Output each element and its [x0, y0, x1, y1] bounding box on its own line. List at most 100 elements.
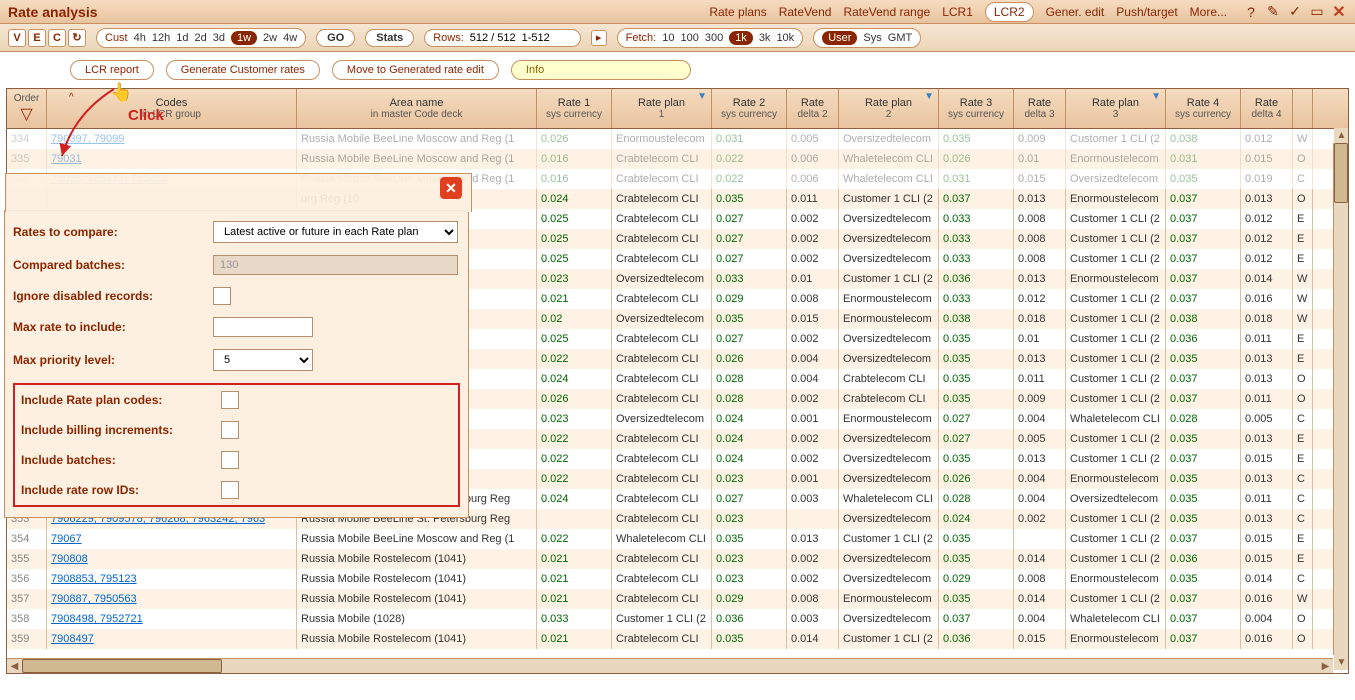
col-header[interactable]: Rate 3sys currency [939, 89, 1014, 128]
help-icon[interactable]: ? [1243, 4, 1259, 20]
col-header[interactable]: Ratedelta 4 [1241, 89, 1293, 128]
scroll-thumb[interactable] [1334, 143, 1348, 203]
table-row[interactable]: 355790808Russia Mobile Rostelecom (1041)… [7, 549, 1348, 569]
col-header[interactable]: Order▽ [7, 89, 47, 128]
cell: Crabtelecom CLI [612, 209, 712, 229]
fetch-group-opt-300[interactable]: 300 [705, 32, 723, 44]
cell[interactable]: 79031 [47, 149, 297, 169]
nav-link-gener-edit[interactable]: Gener. edit [1046, 5, 1105, 19]
col-header[interactable]: Rate plan3▼ [1066, 89, 1166, 128]
nav-link-lcr1[interactable]: LCR1 [942, 5, 973, 19]
vertical-scrollbar[interactable]: ▲ ▼ [1333, 143, 1348, 655]
cell[interactable]: 790887, 7950563 [47, 589, 297, 609]
info-pill[interactable]: Info [511, 60, 691, 80]
cell: 0.024 [537, 369, 612, 389]
col-header[interactable]: Ratedelta 3 [1014, 89, 1066, 128]
table-row[interactable]: 35479067Russia Mobile BeeLine Moscow and… [7, 529, 1348, 549]
cust-group-opt-1w[interactable]: 1w [231, 31, 257, 45]
edit-icon[interactable]: ✎ [1265, 4, 1281, 20]
col-header[interactable]: Rate plan1▼ [612, 89, 712, 128]
cust-group-opt-4w[interactable]: 4w [283, 32, 297, 44]
cust-group-opt-2w[interactable]: 2w [263, 32, 277, 44]
chevron-down-icon[interactable]: ▼ [1151, 91, 1161, 102]
fetch-group-opt-1k[interactable]: 1k [729, 31, 753, 45]
rows-range-input[interactable] [522, 32, 572, 44]
go-button[interactable]: GO [316, 29, 355, 47]
col-header[interactable]: Rate plan2▼ [839, 89, 939, 128]
move-generated-button[interactable]: Move to Generated rate edit [332, 60, 499, 80]
table-row[interactable]: 334790397, 79099Russia Mobile BeeLine Mo… [7, 129, 1348, 149]
play-icon[interactable]: ▸ [591, 30, 607, 46]
table-row[interactable]: 33579031Russia Mobile BeeLine Moscow and… [7, 149, 1348, 169]
chevron-down-icon[interactable]: ▼ [924, 91, 934, 102]
hscroll-thumb[interactable] [22, 659, 222, 673]
max-priority-select[interactable]: 5 [213, 349, 313, 371]
nav-link-lcr2[interactable]: LCR2 [985, 2, 1034, 22]
table-row[interactable]: 3597908497Russia Mobile Rostelecom (1041… [7, 629, 1348, 649]
col-header[interactable]: Rate 2sys currency [712, 89, 787, 128]
tz-group-opt-gmt[interactable]: GMT [888, 32, 912, 44]
cell: Oversizedtelecom [612, 309, 712, 329]
filter-btn-↻[interactable]: ↻ [68, 29, 86, 47]
cust-group-opt-3d[interactable]: 3d [213, 32, 225, 44]
include-batches-checkbox[interactable] [221, 451, 239, 469]
ignore-disabled-checkbox[interactable] [213, 287, 231, 305]
scroll-down-icon[interactable]: ▼ [1334, 655, 1349, 670]
generate-rates-button[interactable]: Generate Customer rates [166, 60, 320, 80]
nav-link-ratevend-range[interactable]: RateVend range [843, 5, 930, 19]
popup-close-icon[interactable]: ✕ [440, 177, 462, 199]
cust-group-opt-12h[interactable]: 12h [152, 32, 170, 44]
filter-btn-e[interactable]: E [28, 29, 46, 47]
nav-link-more-[interactable]: More... [1190, 5, 1227, 19]
col-header[interactable]: Rate 4sys currency [1166, 89, 1241, 128]
nav-link-rate-plans[interactable]: Rate plans [709, 5, 766, 19]
window-icon[interactable]: ▭ [1309, 4, 1325, 20]
include-billing-checkbox[interactable] [221, 421, 239, 439]
cell[interactable]: 7908498, 7952721 [47, 609, 297, 629]
cust-group-opt-2d[interactable]: 2d [194, 32, 206, 44]
cell[interactable]: 79067 [47, 529, 297, 549]
col-header[interactable]: Rate 1sys currency [537, 89, 612, 128]
accept-icon[interactable]: ✓ [1287, 4, 1303, 20]
scroll-left-icon[interactable]: ◀ [7, 659, 22, 674]
table-row[interactable]: 3567908853, 795123Russia Mobile Rostelec… [7, 569, 1348, 589]
fetch-group-opt-3k[interactable]: 3k [759, 32, 771, 44]
cell[interactable]: 790808 [47, 549, 297, 569]
table-row[interactable]: 357790887, 7950563Russia Mobile Rostelec… [7, 589, 1348, 609]
fetch-group-opt-100[interactable]: 100 [680, 32, 698, 44]
filter-btn-c[interactable]: C [48, 29, 66, 47]
stats-button[interactable]: Stats [365, 29, 414, 47]
scroll-up-icon[interactable]: ▲ [1334, 128, 1349, 143]
cell[interactable]: 7908497 [47, 629, 297, 649]
include-ids-checkbox[interactable] [221, 481, 239, 499]
fetch-group-opt-10k[interactable]: 10k [776, 32, 794, 44]
rates-compare-select[interactable]: Latest active or future in each Rate pla… [213, 221, 458, 243]
max-rate-input[interactable] [213, 317, 313, 337]
collapse-icon[interactable]: ^ [69, 92, 74, 103]
cell: 0.025 [537, 209, 612, 229]
cust-group-opt-1d[interactable]: 1d [176, 32, 188, 44]
cell: 0.033 [939, 289, 1014, 309]
col-header[interactable]: Codesin LCR group [47, 89, 297, 128]
horizontal-scrollbar[interactable]: ◀ ▶ [7, 658, 1333, 673]
tz-group-opt-sys[interactable]: Sys [863, 32, 881, 44]
cell: 0.037 [1166, 629, 1241, 649]
tz-group-opt-user[interactable]: User [822, 31, 857, 45]
cell: 0.005 [1014, 429, 1066, 449]
scroll-right-icon[interactable]: ▶ [1318, 659, 1333, 674]
filter-btn-v[interactable]: V [8, 29, 26, 47]
lcr-report-button[interactable]: LCR report [70, 60, 154, 80]
cell: Oversizedtelecom [839, 469, 939, 489]
include-codes-checkbox[interactable] [221, 391, 239, 409]
col-header[interactable]: Ratedelta 2 [787, 89, 839, 128]
nav-link-ratevend[interactable]: RateVend [779, 5, 832, 19]
table-row[interactable]: 3587908498, 7952721Russia Mobile (1028)0… [7, 609, 1348, 629]
chevron-down-icon[interactable]: ▼ [697, 91, 707, 102]
fetch-group-opt-10[interactable]: 10 [662, 32, 674, 44]
cust-group-opt-4h[interactable]: 4h [134, 32, 146, 44]
close-icon[interactable]: ✕ [1331, 4, 1347, 20]
cell[interactable]: 7908853, 795123 [47, 569, 297, 589]
nav-link-push-target[interactable]: Push/target [1116, 5, 1177, 19]
col-header[interactable]: Area namein master Code deck [297, 89, 537, 128]
cell[interactable]: 790397, 79099 [47, 129, 297, 149]
